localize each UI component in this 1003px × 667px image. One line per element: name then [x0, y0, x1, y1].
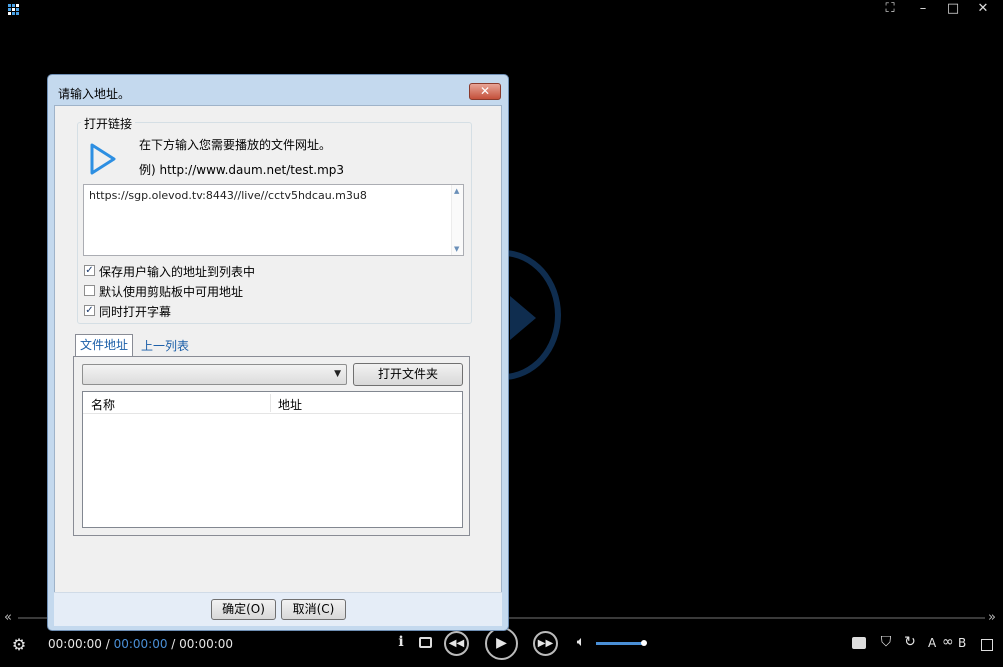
chevron-down-icon: ▼ — [334, 369, 341, 379]
tab-file-address[interactable]: 文件地址 — [75, 334, 133, 356]
open-subtitle-label: 同时打开字幕 — [99, 305, 172, 319]
use-clipboard-label: 默认使用剪贴板中可用地址 — [99, 285, 244, 299]
minimize-button[interactable]: – — [910, 0, 936, 18]
volume-icon[interactable]: 🔈︎ — [572, 634, 590, 650]
maximize-button[interactable]: □ — [940, 0, 966, 18]
save-to-list-label: 保存用户输入的地址到列表中 — [99, 265, 256, 279]
info-icon[interactable]: i — [394, 634, 408, 650]
address-list[interactable]: 名称 地址 — [82, 391, 463, 528]
save-to-list-checkbox[interactable]: ✓ — [84, 265, 95, 276]
close-button[interactable]: ✕ — [970, 0, 996, 18]
column-divider[interactable] — [270, 394, 271, 412]
url-scrollbar[interactable]: ▲ ▼ — [451, 185, 463, 255]
use-clipboard-checkbox[interactable] — [84, 285, 95, 296]
play-icon[interactable]: ▶ — [485, 627, 518, 660]
time-separator: / — [101, 637, 114, 651]
time-total: 00:00:00 — [179, 637, 234, 651]
column-address[interactable]: 地址 — [278, 396, 302, 413]
dialog-title: 请输入地址。 — [58, 87, 131, 101]
dialog-footer — [54, 592, 502, 626]
volume-slider[interactable] — [596, 642, 646, 645]
repeat-a-label[interactable]: A — [928, 636, 936, 650]
fast-forward-icon[interactable]: ▶▶ — [533, 631, 558, 656]
group-title: 打开链接 — [81, 115, 136, 132]
list-header — [83, 392, 462, 414]
time-display: 00:00:00 / 00:00:00 / 00:00:00 — [48, 637, 233, 651]
repeat-loop-icon[interactable]: ∞ — [942, 634, 954, 650]
url-value: https://sgp.olevod.tv:8443//live//cctv5h… — [89, 189, 367, 202]
play-icon — [90, 143, 116, 175]
big-play-triangle-icon — [510, 296, 536, 340]
time-current: 00:00:00 — [48, 637, 102, 651]
rotate-icon[interactable]: ↻ — [903, 634, 917, 650]
dialog-close-button[interactable]: ✕ — [469, 83, 501, 100]
fullscreen-icon[interactable]: ⛶ — [877, 0, 903, 18]
column-name[interactable]: 名称 — [91, 396, 115, 413]
rewind-icon[interactable]: ◀◀ — [444, 631, 469, 656]
vr-icon[interactable]: ⛉ — [878, 634, 894, 650]
hint-text: 在下方输入您需要播放的文件网址。 — [139, 138, 332, 152]
open-folder-button[interactable]: 打开文件夹 — [353, 363, 463, 386]
seek-back-icon[interactable]: « — [4, 610, 12, 625]
scroll-down-icon[interactable]: ▼ — [454, 245, 459, 253]
app-logo-icon[interactable] — [8, 4, 20, 16]
ok-button[interactable]: 确定(O) — [211, 599, 276, 620]
open-subtitle-checkbox[interactable]: ✓ — [84, 305, 95, 316]
time-separator: / — [167, 637, 180, 651]
address-combo[interactable]: ▼ — [82, 364, 347, 385]
scroll-up-icon[interactable]: ▲ — [454, 187, 459, 195]
repeat-b-label[interactable]: B — [958, 636, 966, 650]
example-text: 例) http://www.daum.net/test.mp3 — [139, 163, 345, 177]
capture-icon[interactable] — [419, 637, 432, 648]
url-input[interactable]: https://sgp.olevod.tv:8443//live//cctv5h… — [83, 184, 464, 256]
cancel-button[interactable]: 取消(C) — [281, 599, 346, 620]
time-ab: 00:00:00 — [113, 637, 168, 651]
volume-knob[interactable] — [641, 640, 647, 646]
settings-gear-icon[interactable]: ⚙ — [11, 635, 27, 654]
skin-icon[interactable] — [852, 637, 866, 649]
seek-forward-icon[interactable]: » — [988, 610, 996, 625]
playlist-icon[interactable] — [981, 639, 993, 651]
url-dialog: 请输入地址。 ✕ 打开链接 在下方输入您需要播放的文件网址。 例) http:/… — [47, 74, 509, 631]
tab-previous-list[interactable]: 上一列表 — [141, 337, 189, 354]
